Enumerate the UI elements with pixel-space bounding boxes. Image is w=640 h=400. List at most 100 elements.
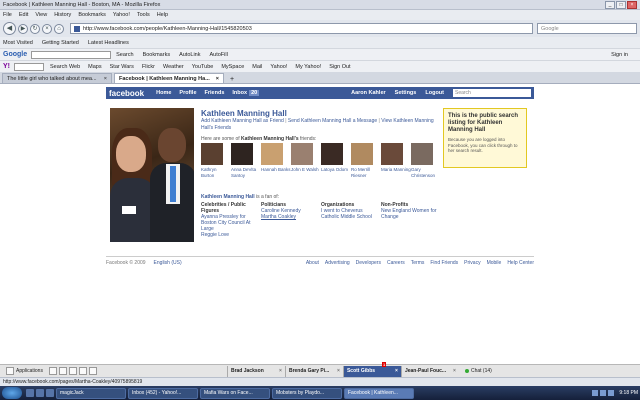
stop-icon[interactable]: ×	[42, 23, 52, 34]
taskbar-item-active[interactable]: Facebook | Kathleen...	[344, 387, 414, 399]
friend-item[interactable]: Hannah Banks	[261, 143, 291, 178]
app-shortcut-icon[interactable]	[48, 367, 57, 375]
friend-name[interactable]: Latoya Odom	[321, 167, 348, 172]
chat-tab[interactable]: Brenda Gary Pi... ×	[284, 365, 343, 377]
start-button-icon[interactable]	[2, 387, 22, 399]
yahoo-search-web-button[interactable]: Search Web	[50, 64, 80, 70]
yahoo-star-wars-button[interactable]: Star Wars	[110, 64, 134, 70]
fb-search-input[interactable]: Search	[453, 89, 531, 97]
tray-icon[interactable]	[592, 390, 599, 396]
yahoo-flickr-button[interactable]: Flickr	[142, 64, 155, 70]
bookmark-most-visited[interactable]: Most Visited	[3, 40, 33, 46]
chat-tab[interactable]: Brad Jackson ×	[226, 365, 285, 377]
fb-nav-inbox[interactable]: Inbox 20	[232, 90, 260, 96]
tray-icon[interactable]	[608, 390, 615, 396]
google-autolink-button[interactable]: AutoLink	[179, 52, 200, 58]
fan-page-link-hovered[interactable]: Martha Coakley	[261, 214, 313, 220]
footer-link-advertising[interactable]: Advertising	[325, 260, 350, 266]
taskbar-item[interactable]: magicJack	[56, 387, 126, 399]
friend-name[interactable]: Anna DeVita Santoy	[231, 167, 256, 178]
yahoo-weather-button[interactable]: Weather	[163, 64, 184, 70]
friend-avatar[interactable]	[351, 143, 373, 165]
back-icon[interactable]: ◀	[3, 22, 16, 35]
friend-avatar[interactable]	[291, 143, 313, 165]
browser-tab[interactable]: The little girl who talked about mea... …	[2, 73, 112, 83]
close-tab-icon[interactable]: ×	[101, 76, 107, 82]
friend-item[interactable]: John E Walsh	[291, 143, 321, 178]
facebook-logo[interactable]: facebook	[109, 89, 144, 98]
footer-language-link[interactable]: English (US)	[154, 260, 182, 266]
fb-logout-link[interactable]: Logout	[425, 90, 444, 96]
close-chat-icon[interactable]: ×	[337, 368, 340, 374]
google-search-button[interactable]: Search	[116, 52, 133, 58]
close-chat-icon[interactable]: ×	[279, 368, 282, 374]
taskbar-item[interactable]: Mafia Wars on Face...	[200, 387, 270, 399]
app-shortcut-icon[interactable]	[68, 367, 77, 375]
friend-item[interactable]: Maria Manning	[381, 143, 411, 178]
menu-edit[interactable]: Edit	[19, 12, 28, 18]
footer-link-careers[interactable]: Careers	[387, 260, 405, 266]
close-chat-icon[interactable]: ×	[395, 368, 398, 374]
app-shortcut-icon[interactable]	[58, 367, 67, 375]
send-message-link[interactable]: Send Kathleen Manning Hall a Message	[288, 118, 377, 124]
fan-page-link[interactable]: Ayanna Pressley for Boston City Council …	[201, 214, 253, 232]
friend-name[interactable]: Ro Merrill Riesner	[351, 167, 370, 178]
yahoo-myspace-button[interactable]: MySpace	[221, 64, 244, 70]
yahoo-mail-button[interactable]: Mail	[252, 64, 262, 70]
footer-link-find-friends[interactable]: Find Friends	[430, 260, 458, 266]
friend-name[interactable]: Gary Christenson	[411, 167, 435, 178]
taskbar-item[interactable]: Inbox (452) - Yahoo!...	[128, 387, 198, 399]
taskbar-item[interactable]: Mobsters by Playdo...	[272, 387, 342, 399]
fan-page-link[interactable]: I went to Cheverus Catholic Middle Schoo…	[321, 208, 373, 220]
friend-avatar[interactable]	[381, 143, 403, 165]
friend-avatar[interactable]	[201, 143, 223, 165]
friend-name[interactable]: John E Walsh	[291, 167, 319, 172]
google-toolbar-search-input[interactable]	[31, 50, 112, 59]
footer-link-about[interactable]: About	[306, 260, 319, 266]
google-sign-in-button[interactable]: Sign in	[611, 52, 628, 58]
google-bookmarks-button[interactable]: Bookmarks	[143, 52, 171, 58]
friend-item[interactable]: Kathryn Burton	[201, 143, 231, 178]
yahoo-maps-button[interactable]: Maps	[88, 64, 101, 70]
browser-search-input[interactable]: Google	[537, 23, 637, 34]
friend-item[interactable]: Anna DeVita Santoy	[231, 143, 261, 178]
yahoo-yahoo-button[interactable]: Yahoo!	[270, 64, 287, 70]
friend-name[interactable]: Hannah Banks	[261, 167, 291, 172]
menu-bookmarks[interactable]: Bookmarks	[78, 12, 106, 18]
forward-icon[interactable]: ▶	[18, 23, 28, 34]
menu-file[interactable]: File	[3, 12, 12, 18]
home-icon[interactable]: ⌂	[54, 23, 64, 34]
applications-menu[interactable]: Applications	[6, 367, 43, 375]
footer-link-privacy[interactable]: Privacy	[464, 260, 480, 266]
footer-link-mobile[interactable]: Mobile	[487, 260, 502, 266]
friend-name[interactable]: Maria Manning	[381, 167, 411, 172]
friend-item[interactable]: Ro Merrill Riesner	[351, 143, 381, 178]
quick-launch-icon[interactable]	[36, 389, 44, 397]
fan-page-link[interactable]: Reggie Love	[201, 232, 253, 238]
footer-link-developers[interactable]: Developers	[356, 260, 381, 266]
friend-avatar[interactable]	[411, 143, 433, 165]
tray-icon[interactable]	[600, 390, 607, 396]
chat-online-button[interactable]: Chat (14)	[464, 368, 492, 374]
menu-history[interactable]: History	[54, 12, 71, 18]
quick-launch-icon[interactable]	[46, 389, 54, 397]
fb-nav-profile[interactable]: Profile	[179, 90, 196, 96]
menu-tools[interactable]: Tools	[137, 12, 150, 18]
minimize-button[interactable]: _	[605, 0, 615, 9]
yahoo-youtube-button[interactable]: YouTube	[192, 64, 214, 70]
browser-tab-active[interactable]: Facebook | Kathleen Manning Ha... ×	[114, 73, 224, 83]
fb-nav-friends[interactable]: Friends	[205, 90, 225, 96]
friend-avatar[interactable]	[231, 143, 253, 165]
friend-item[interactable]: Gary Christenson	[411, 143, 441, 178]
bookmark-getting-started[interactable]: Getting Started	[42, 40, 79, 46]
close-chat-icon[interactable]: ×	[453, 368, 456, 374]
fb-nav-home[interactable]: Home	[156, 90, 171, 96]
friend-name[interactable]: Kathryn Burton	[201, 167, 217, 178]
quick-launch-icon[interactable]	[26, 389, 34, 397]
app-shortcut-icon[interactable]	[78, 367, 87, 375]
close-tab-icon[interactable]: ×	[213, 76, 219, 82]
footer-link-help-center[interactable]: Help Center	[507, 260, 534, 266]
fb-user-name[interactable]: Aaron Kahler	[351, 90, 386, 96]
yahoo-sign-out-button[interactable]: Sign Out	[329, 64, 350, 70]
fan-page-link[interactable]: New England Women for Change	[381, 208, 437, 220]
